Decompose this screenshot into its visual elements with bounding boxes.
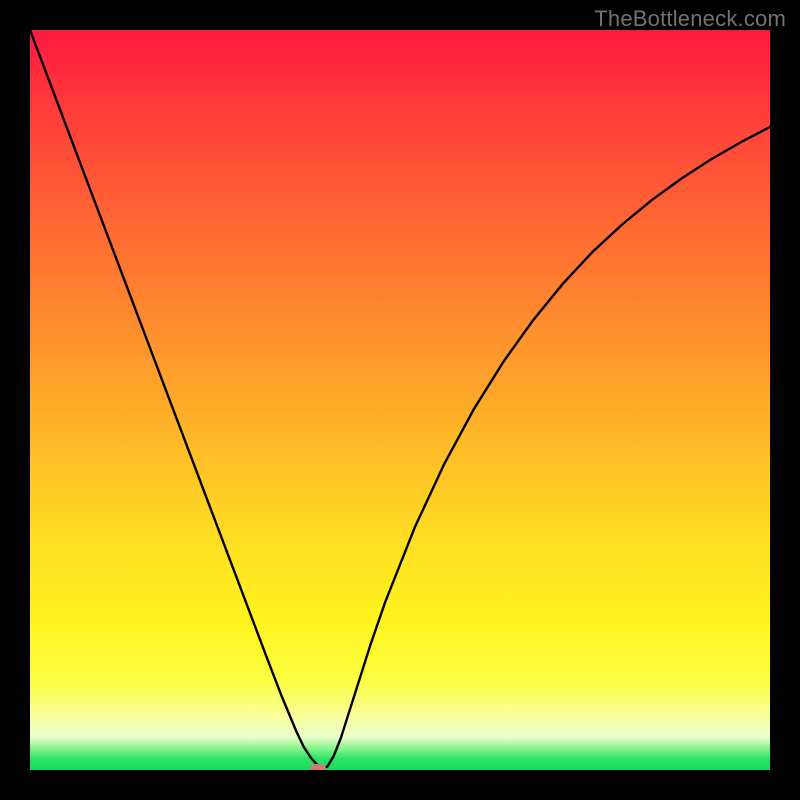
watermark-text: TheBottleneck.com [594,6,786,32]
plot-area [30,30,770,770]
bottleneck-curve [30,30,770,769]
chart-frame: TheBottleneck.com [0,0,800,800]
minimum-marker [310,764,326,770]
curve-layer [30,30,770,770]
